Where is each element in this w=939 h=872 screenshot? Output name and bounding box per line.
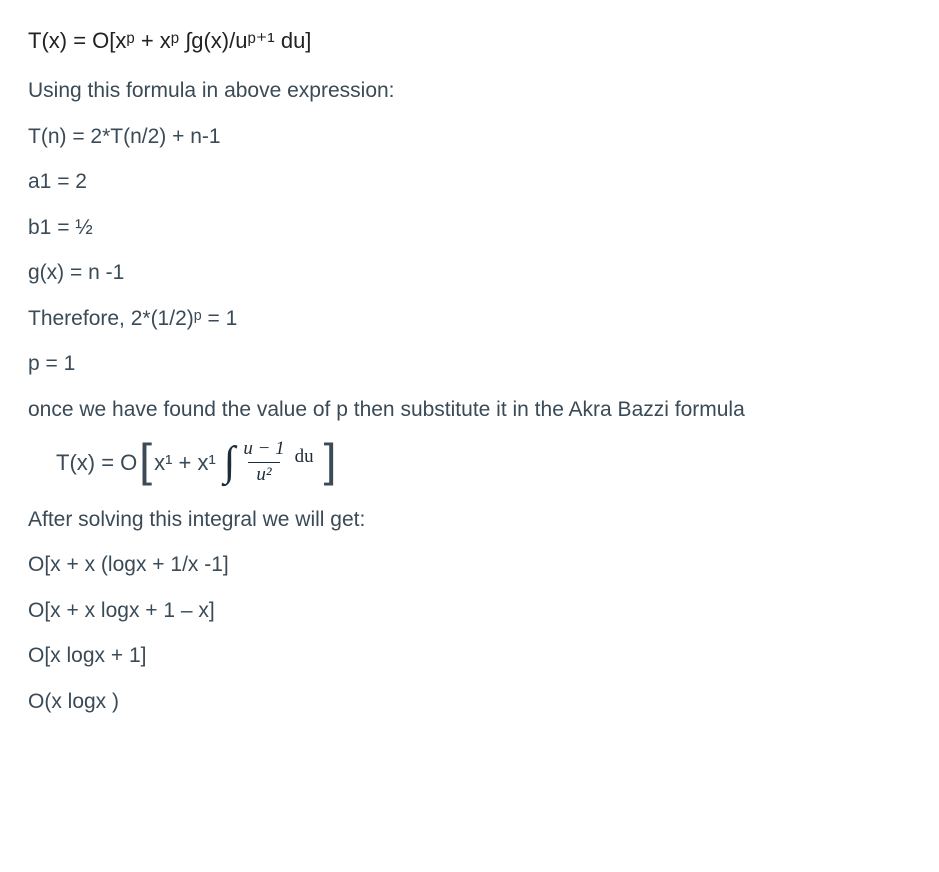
text-intro: Using this formula in above expression: <box>28 75 911 107</box>
step-b1: b1 = ½ <box>28 212 911 244</box>
step-g: g(x) = n -1 <box>28 257 911 289</box>
du: du <box>295 443 314 472</box>
integral-box: ∫ u − 1 u² du <box>224 439 314 486</box>
step-therefore: Therefore, 2*(1/2)ᵖ = 1 <box>28 303 911 335</box>
integral-symbol-icon: ∫ <box>224 441 236 483</box>
step-p: p = 1 <box>28 348 911 380</box>
fraction: u − 1 u² <box>239 439 288 486</box>
left-bracket-icon: [ <box>137 437 154 483</box>
formula-top: T(x) = O[xᵖ + xᵖ ∫g(x)/uᵖ⁺¹ du] <box>28 24 911 57</box>
result-2: O[x + x logx + 1 – x] <box>28 595 911 627</box>
right-bracket-icon: ] <box>322 437 339 483</box>
result-3: O[x logx + 1] <box>28 640 911 672</box>
result-4: O(x logx ) <box>28 686 911 718</box>
integral-middle: x¹ + x¹ <box>154 446 216 479</box>
step-recurrence: T(n) = 2*T(n/2) + n-1 <box>28 121 911 153</box>
step-substitute: once we have found the value of p then s… <box>28 394 911 426</box>
fraction-numerator: u − 1 <box>239 439 288 462</box>
step-a1: a1 = 2 <box>28 166 911 198</box>
integral-lead: T(x) = O <box>56 446 137 479</box>
result-1: O[x + x (logx + 1/x -1] <box>28 549 911 581</box>
fraction-denominator: u² <box>248 462 279 486</box>
integral-formula: T(x) = O [ x¹ + x¹ ∫ u − 1 u² du ] <box>56 439 911 486</box>
text-after: After solving this integral we will get: <box>28 504 911 536</box>
